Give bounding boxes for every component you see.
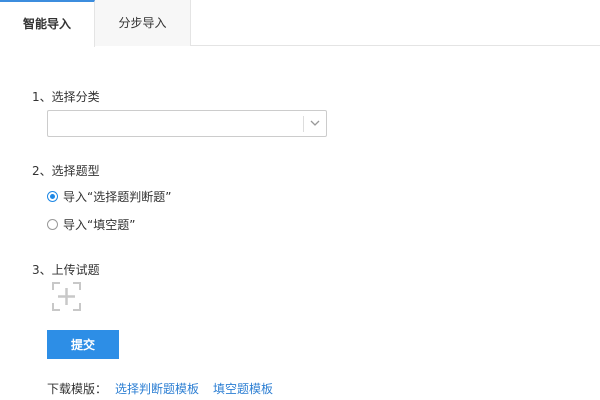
choice-judge-template-link[interactable]: 选择判断题模板 [115, 380, 199, 397]
step-type-label: 2、选择题型 [32, 164, 100, 178]
step-upload-label: 3、上传试题 [32, 263, 100, 277]
submit-button[interactable]: 提交 [47, 330, 119, 359]
tab-smart-import[interactable]: 智能导入 [0, 0, 95, 47]
radio-checked-icon[interactable] [47, 190, 58, 202]
category-select[interactable] [47, 110, 327, 137]
download-templates: 下载模版： 选择判断题模板 填空题模板 [47, 380, 273, 397]
tab-step-import[interactable]: 分步导入 [95, 0, 191, 46]
tab-bar: 智能导入 分步导入 [0, 0, 600, 47]
select-divider [303, 116, 304, 132]
radio-option-label: 导入“选择题判断题” [63, 189, 172, 204]
chevron-down-icon [310, 120, 320, 126]
radio-unchecked-icon[interactable] [47, 218, 58, 230]
fill-blank-template-link[interactable]: 填空题模板 [213, 380, 273, 397]
download-label: 下载模版： [47, 382, 108, 396]
step-category-label: 1、选择分类 [32, 90, 100, 104]
upload-plus-icon[interactable] [52, 282, 81, 311]
radio-option-choice-judge[interactable]: 导入“选择题判断题” [47, 188, 171, 204]
radio-option-fill-blank[interactable]: 导入“填空题” [47, 216, 135, 232]
radio-option-label: 导入“填空题” [63, 217, 136, 232]
